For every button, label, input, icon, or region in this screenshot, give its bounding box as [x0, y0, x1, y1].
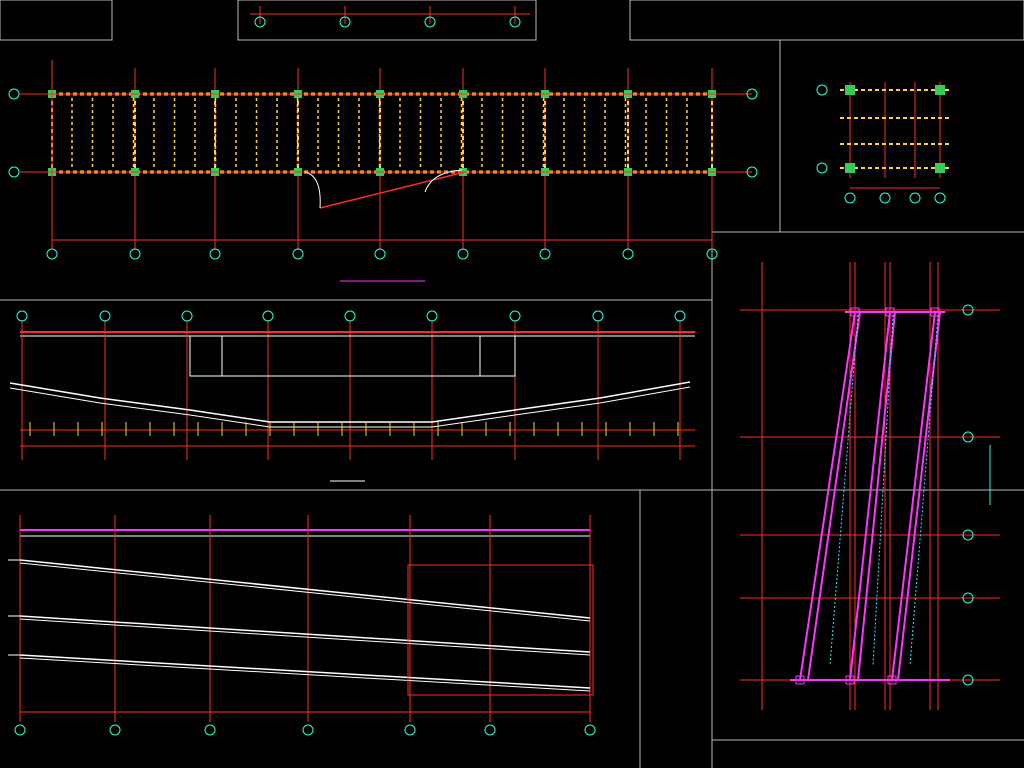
axis-bubble	[844, 192, 856, 204]
axis-bubble	[262, 310, 274, 322]
sheet-frames	[0, 0, 1024, 768]
elev-column-3	[891, 311, 936, 681]
structural-plan	[8, 60, 758, 260]
axis-bubble	[879, 192, 891, 204]
axis-bubble	[539, 248, 551, 260]
frame-top-mid	[237, 0, 537, 41]
axis-bubble	[46, 248, 58, 260]
stair-detail-plan	[816, 82, 950, 204]
axis-bubble	[584, 724, 596, 736]
axis-bubble	[509, 310, 521, 322]
ramp-upper	[19, 559, 591, 619]
axis-bubble	[8, 88, 20, 100]
axis-bubble	[484, 724, 496, 736]
elev-column-2	[849, 311, 891, 681]
ramp-middle	[19, 615, 591, 653]
top-strip	[250, 6, 530, 24]
axis-bubble	[457, 248, 469, 260]
axis-bubble	[181, 310, 193, 322]
axis-bubble	[622, 248, 634, 260]
ramp-lower-b	[19, 657, 591, 692]
ramp-opening	[407, 564, 594, 696]
detail-column	[935, 163, 945, 173]
section-opening	[189, 335, 516, 377]
frame-top-right	[629, 0, 1024, 41]
axis-bubble	[302, 724, 314, 736]
elev-column-1	[799, 311, 856, 681]
axis-bubble	[592, 310, 604, 322]
elev-column-2b	[857, 311, 896, 681]
ramp-lower	[19, 654, 591, 689]
axis-bubble	[816, 84, 828, 96]
column-elevation	[740, 262, 1000, 710]
axis-bubble	[209, 248, 221, 260]
detail-column	[935, 85, 945, 95]
axis-bubble	[14, 724, 26, 736]
axis-bubble	[374, 248, 386, 260]
axis-bubble	[292, 248, 304, 260]
detail-column	[845, 163, 855, 173]
longitudinal-section	[9, 310, 695, 460]
axis-bubble	[129, 248, 141, 260]
axis-bubble	[816, 162, 828, 174]
detail-column	[845, 85, 855, 95]
elev-column-1b	[807, 311, 861, 681]
cad-drawing	[0, 0, 1024, 768]
axis-bubble	[934, 192, 946, 204]
axis-bubble	[8, 166, 20, 178]
axis-bubble	[344, 310, 356, 322]
axis-bubble	[109, 724, 121, 736]
top-strip-bubbles	[254, 16, 521, 28]
ramp-middle-b	[19, 618, 591, 656]
axis-bubble	[909, 192, 921, 204]
axis-bubble	[99, 310, 111, 322]
ramp-upper-b	[19, 562, 591, 622]
plan-door-arc	[304, 171, 321, 209]
axis-bubble	[16, 310, 28, 322]
title-marks	[330, 280, 991, 505]
axis-bubble	[404, 724, 416, 736]
axis-bubble	[204, 724, 216, 736]
ramp-section	[8, 515, 596, 736]
axis-bubble	[426, 310, 438, 322]
plan-ramp-line	[319, 171, 466, 209]
frame-top-left	[0, 0, 113, 41]
axis-bubble	[674, 310, 686, 322]
